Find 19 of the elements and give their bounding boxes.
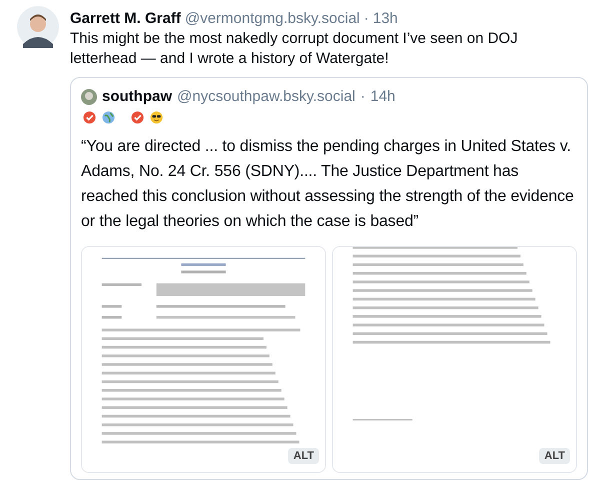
check-badge-icon [83,111,96,124]
post-time[interactable]: 13h [372,10,398,27]
author-name[interactable]: southpaw [102,88,172,105]
sunglasses-face-icon [150,111,163,124]
alt-badge[interactable]: ALT [539,448,570,464]
post-time[interactable]: 14h [370,88,396,105]
author-handle[interactable]: @nycsouthpaw.bsky.social [177,88,356,105]
author-handle[interactable]: @vermontgmg.bsky.social [184,10,360,27]
alt-badge[interactable]: ALT [288,448,319,464]
quote-text: “You are directed ... to dismiss the pending charges in United States v. Adams, No. 24 Cr. 556 (SDNY).... The Justice Department has reached this conclusion without assessing the strength of the evidence or the legal theories on which the case is based” [81,137,575,232]
globe-icon [102,111,115,124]
separator-dot: · [364,10,369,27]
avatar-icon [17,6,59,48]
separator-dot: · [360,88,366,105]
author-name[interactable]: Garrett M. Graff [70,10,181,27]
post-text: This might be the most nakedly corrupt document I’ve seen on DOJ letterhead — and I wrote a history of Watergate! [70,29,519,69]
check-badge-icon [131,111,144,124]
avatar-icon [81,88,97,104]
quote-card[interactable] [70,77,588,480]
